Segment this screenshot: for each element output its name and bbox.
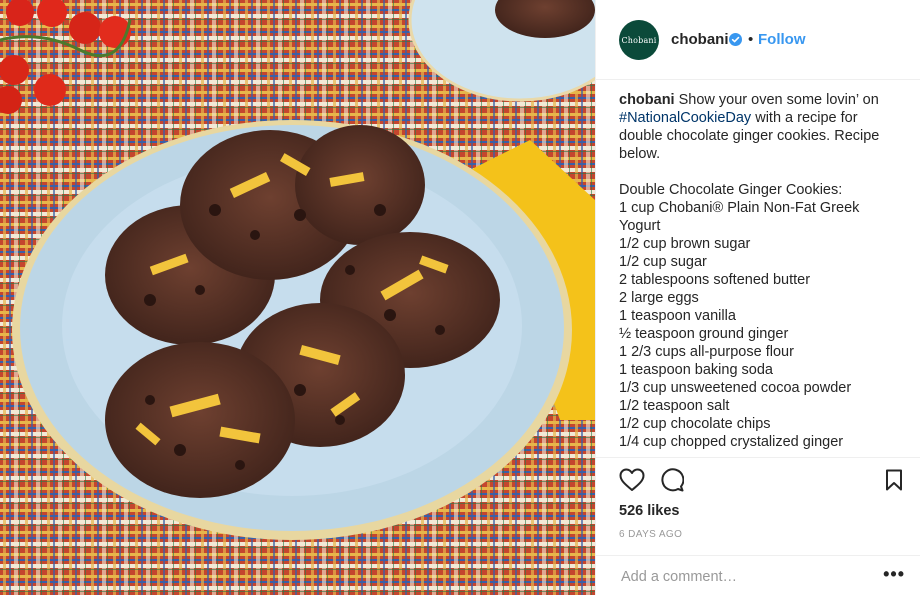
comment-icon[interactable] xyxy=(660,468,685,497)
ingredient-line: 1/2 cup brown sugar xyxy=(619,236,751,252)
post-caption: chobani Show your oven some lovin’ on #N… xyxy=(619,91,899,451)
ingredient-line: 1/4 cup chopped crystalized ginger xyxy=(619,434,844,450)
post-header: Chobani chobani • Follow xyxy=(596,0,920,80)
ingredient-line: 1 teaspoon baking soda xyxy=(619,362,773,378)
caption-intro: chobani Show your oven some lovin’ on #N… xyxy=(619,91,899,163)
comment-input[interactable] xyxy=(619,566,863,588)
ingredient-line: 1 teaspoon vanilla xyxy=(619,308,736,324)
bookmark-icon[interactable] xyxy=(885,469,903,496)
verified-badge-icon xyxy=(729,33,742,51)
ingredient-line: 1/2 cup chocolate chips xyxy=(619,416,771,432)
post-actions: 526 likes 6 DAYS AGO ••• xyxy=(596,457,920,595)
comment-box: ••• xyxy=(596,555,920,596)
cookie-photo-illustration xyxy=(0,0,595,595)
recipe-title: Double Chocolate Ginger Cookies: xyxy=(619,182,843,198)
post-timestamp[interactable]: 6 DAYS AGO xyxy=(619,529,682,540)
ingredient-line: 1/2 cup sugar xyxy=(619,254,707,270)
post-side-panel: Chobani chobani • Follow chobani Show yo… xyxy=(595,0,920,595)
ingredient-line: 1/3 cup unsweetened cocoa powder xyxy=(619,380,852,396)
follow-button[interactable]: Follow xyxy=(758,31,806,48)
ingredient-line: ½ teaspoon ground ginger xyxy=(619,326,789,342)
hashtag-link[interactable]: #NationalCookieDay xyxy=(619,110,751,126)
separator-dot: • xyxy=(748,31,754,48)
ingredient-line: 1 2/3 cups all-purpose flour xyxy=(619,344,794,360)
more-options-icon[interactable]: ••• xyxy=(883,564,905,585)
avatar-logo-text: Chobani xyxy=(621,35,657,45)
heart-icon[interactable] xyxy=(619,468,645,497)
post-photo[interactable] xyxy=(0,0,595,595)
likes-count[interactable]: 526 likes xyxy=(619,503,679,519)
ingredient-line: 1/2 teaspoon salt xyxy=(619,398,730,414)
caption-username-link[interactable]: chobani xyxy=(619,92,675,108)
caption-text-a: Show your oven some lovin’ on xyxy=(674,92,879,108)
username-link[interactable]: chobani xyxy=(671,31,729,48)
avatar[interactable]: Chobani xyxy=(619,20,659,60)
ingredient-line: 1 cup Chobani® Plain Non-Fat Greek Yogur… xyxy=(619,200,860,234)
ingredient-line: 2 tablespoons softened butter xyxy=(619,272,811,288)
ingredient-line: 2 large eggs xyxy=(619,290,699,306)
